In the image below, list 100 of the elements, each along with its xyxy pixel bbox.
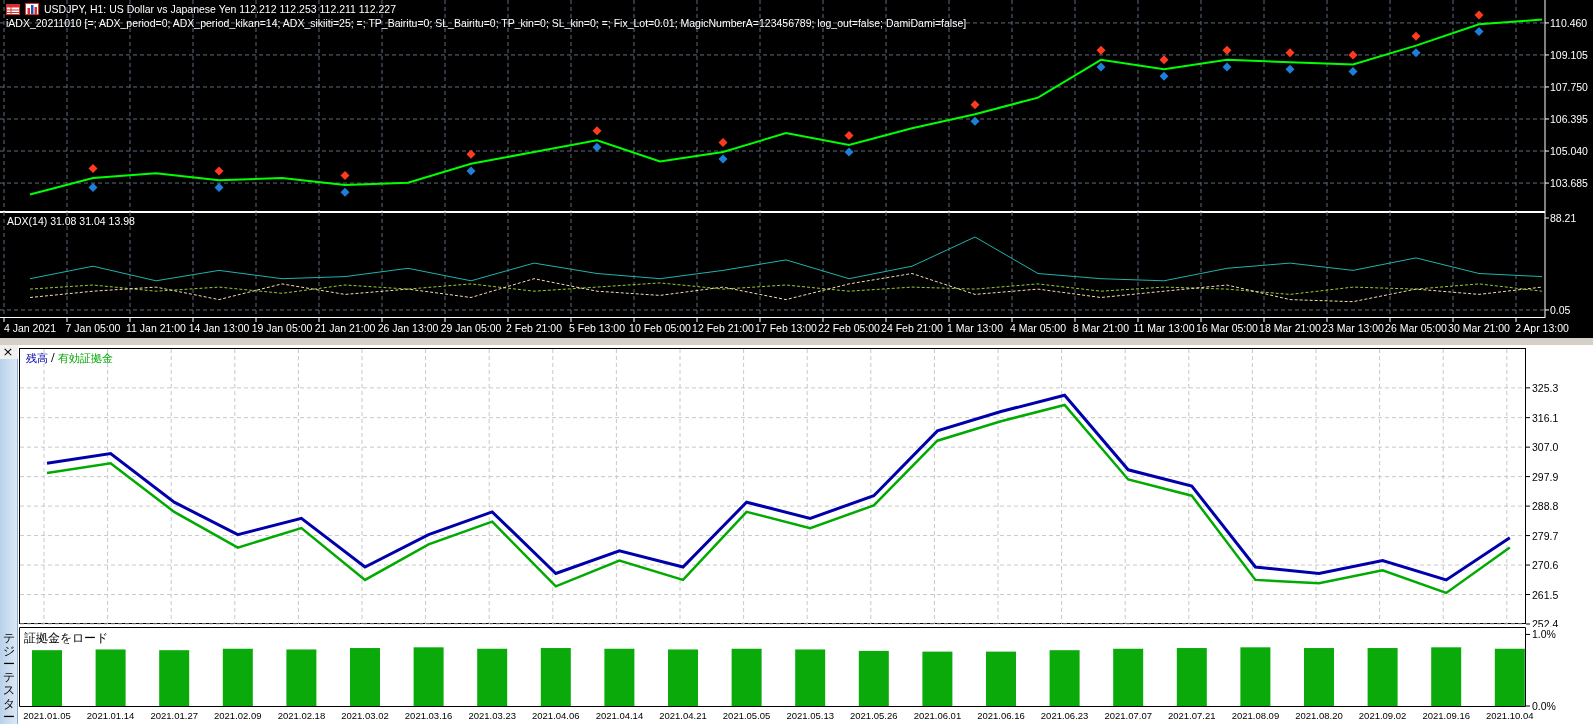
trade-marker-icon bbox=[844, 147, 854, 157]
trade-marker-icon bbox=[466, 149, 476, 159]
date-axis-label: 2021.05.05 bbox=[722, 710, 771, 721]
trade-marker-icon bbox=[844, 130, 854, 140]
trade-marker-icon bbox=[1159, 71, 1169, 81]
balance-axis-label: 288.8 bbox=[1532, 500, 1559, 513]
equity-legend: 有効証拠金 bbox=[57, 351, 113, 366]
date-axis-label: 2021.07.21 bbox=[1168, 710, 1216, 721]
time-axis-label: 12 Feb 21:00 bbox=[692, 322, 754, 334]
margin-axis-label: 1.0% bbox=[1532, 628, 1556, 641]
margin-bar bbox=[413, 647, 444, 706]
time-axis-label: 11 Jan 21:00 bbox=[126, 322, 186, 334]
time-axis-label: 4 Jan 2021 bbox=[4, 322, 56, 334]
balance-axis-label: 316.1 bbox=[1532, 411, 1559, 424]
trade-marker-icon bbox=[1285, 64, 1295, 74]
date-axis-label: 2021.04.06 bbox=[532, 710, 580, 721]
trade-marker-icon bbox=[1411, 31, 1421, 41]
balance-axis-label: 279.7 bbox=[1532, 529, 1559, 542]
adx-legend: ADX(14) 31.08 31.04 13.98 bbox=[7, 215, 135, 227]
balance-legend: 残高 bbox=[26, 351, 48, 366]
margin-bar bbox=[1494, 648, 1525, 706]
price-axis-label: 109.105 bbox=[1550, 48, 1588, 61]
date-axis-label: 2021.08.09 bbox=[1231, 710, 1280, 721]
margin-bar bbox=[922, 651, 953, 706]
trade-marker-icon bbox=[1096, 62, 1106, 72]
date-axis-label: 2021.04.21 bbox=[659, 710, 707, 721]
time-axis-label: 26 Mar 05:00 bbox=[1385, 322, 1447, 334]
margin-bar bbox=[350, 648, 380, 706]
date-axis-label: 2021.05.13 bbox=[786, 710, 834, 721]
time-axis-label: 21 Jan 21:00 bbox=[314, 322, 376, 334]
legend-separator: / bbox=[51, 351, 55, 366]
adx-axis-label: 88.21 bbox=[1550, 212, 1577, 224]
date-axis-label: 2021.10.04 bbox=[1486, 710, 1534, 721]
margin-bar bbox=[1240, 647, 1271, 706]
time-axis-label: 14 Jan 13:00 bbox=[188, 322, 250, 334]
time-axis-label: 11 Mar 13:00 bbox=[1133, 322, 1195, 334]
trade-marker-icon bbox=[1474, 10, 1484, 20]
trade-marker-icon bbox=[1159, 55, 1169, 65]
date-axis-label: 2021.01.05 bbox=[23, 710, 71, 721]
trade-marker-icon bbox=[592, 126, 602, 136]
trade-marker-icon bbox=[970, 100, 980, 110]
margin-bar bbox=[1113, 648, 1144, 706]
margin-load-title: 証拠金をロード bbox=[24, 630, 108, 647]
time-axis-label: 4 Mar 05:00 bbox=[1010, 322, 1066, 334]
time-axis-label: 1 Mar 13:00 bbox=[947, 322, 1003, 334]
date-axis-label: 2021.09.16 bbox=[1422, 710, 1470, 721]
margin-bar bbox=[222, 648, 253, 706]
time-axis-label: 30 Mar 21:00 bbox=[1448, 322, 1510, 334]
trade-marker-icon bbox=[1285, 48, 1295, 58]
date-axis-label: 2021.02.18 bbox=[277, 710, 326, 721]
margin-bar bbox=[32, 650, 62, 706]
margin-bar bbox=[286, 649, 317, 706]
chart-icon bbox=[25, 3, 39, 15]
margin-bar bbox=[986, 651, 1016, 706]
time-axis-label: 10 Feb 05:00 bbox=[629, 322, 691, 334]
tester-tab[interactable]: テジーテスター bbox=[2, 631, 15, 724]
time-axis-label: 22 Feb 05:00 bbox=[818, 322, 880, 334]
margin-bar bbox=[795, 649, 826, 706]
balance-axis-label: 325.3 bbox=[1532, 381, 1559, 394]
trade-marker-icon bbox=[1222, 62, 1232, 72]
margin-bar bbox=[1049, 650, 1080, 706]
time-axis-label: 8 Mar 21:00 bbox=[1073, 322, 1129, 334]
margin-axis-label: 0.0% bbox=[1532, 700, 1556, 712]
time-axis-label: 23 Mar 13:00 bbox=[1322, 322, 1384, 334]
date-axis-label: 2021.06.16 bbox=[977, 710, 1025, 721]
date-axis-label: 2021.03.02 bbox=[341, 710, 389, 721]
time-axis-label: 2 Feb 21:00 bbox=[506, 322, 562, 334]
date-axis-label: 2021.09.02 bbox=[1358, 710, 1407, 721]
indicator-parameters: iADX_20211010 [=; ADX_period=0; ADX_period_kikan=14; ADX_sikiiti=25; =; TP_Bairitu=0; SL_Bairitu=0; TP_kin=0; SL_kin=0; =; Fix_Lot=0.01; MagicNumberA=123456789; log_out=false; DamiDami=false] bbox=[6, 17, 967, 29]
date-axis-label: 2021.03.23 bbox=[468, 710, 516, 721]
time-axis-label: 29 Jan 05:00 bbox=[440, 322, 502, 334]
trade-marker-icon bbox=[1348, 67, 1358, 77]
trade-marker-icon bbox=[718, 138, 728, 147]
trade-marker-icon bbox=[340, 171, 350, 181]
time-axis-label: 26 Jan 13:00 bbox=[377, 322, 439, 334]
trade-marker-icon bbox=[592, 142, 602, 152]
time-axis-label: 5 Feb 13:00 bbox=[569, 322, 625, 334]
price-axis-label: 110.460 bbox=[1550, 16, 1588, 29]
date-axis-label: 2021.05.26 bbox=[850, 710, 898, 721]
trade-marker-icon bbox=[1222, 45, 1232, 55]
time-axis-label: 7 Jan 05:00 bbox=[65, 322, 121, 334]
time-axis-label: 16 Mar 05:00 bbox=[1196, 322, 1258, 334]
price-axis-label: 107.750 bbox=[1550, 80, 1588, 93]
margin-bar bbox=[477, 648, 508, 706]
trade-marker-icon bbox=[214, 182, 224, 192]
date-axis-label: 2021.01.27 bbox=[150, 710, 198, 721]
time-axis-label: 24 Feb 21:00 bbox=[881, 322, 943, 334]
margin-bar bbox=[604, 648, 635, 706]
trade-marker-icon bbox=[88, 182, 98, 192]
date-axis-label: 2021.04.14 bbox=[595, 710, 644, 721]
trade-marker-icon bbox=[1474, 26, 1484, 36]
margin-bar bbox=[1431, 647, 1462, 706]
margin-bar bbox=[1176, 648, 1207, 706]
date-axis-label: 2021.06.01 bbox=[913, 710, 962, 721]
margin-bar bbox=[668, 649, 698, 706]
trade-marker-icon bbox=[340, 187, 350, 197]
splitter-bar[interactable] bbox=[0, 338, 1593, 345]
balance-axis-label: 261.5 bbox=[1532, 588, 1559, 601]
adx-axis-label: 0.05 bbox=[1550, 303, 1571, 316]
margin-bar bbox=[858, 650, 889, 706]
